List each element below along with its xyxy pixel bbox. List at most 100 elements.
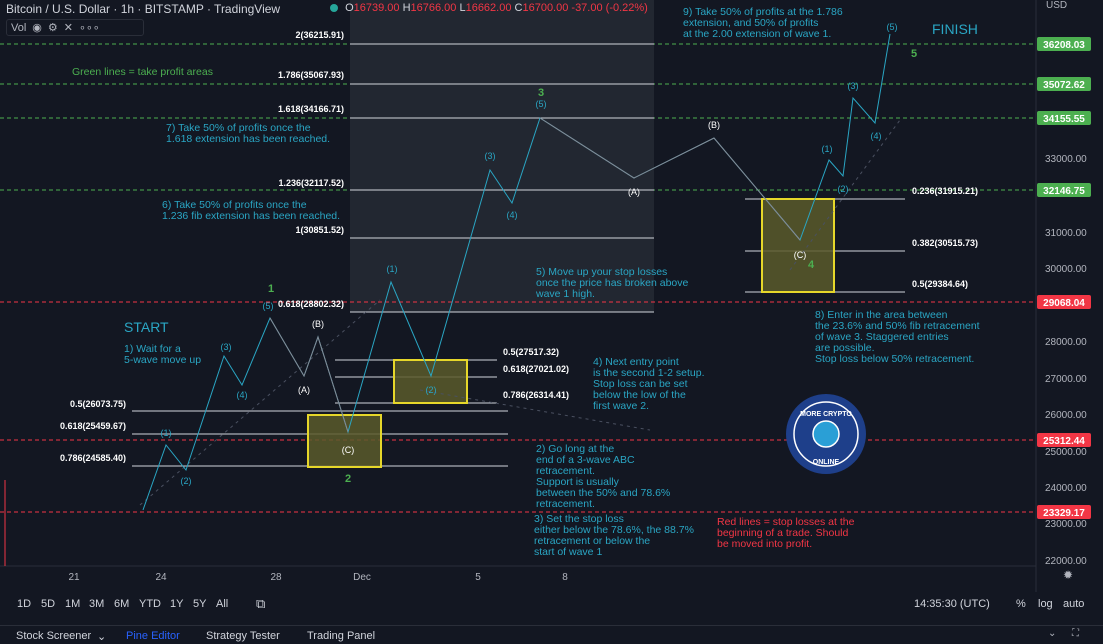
wave-label: (B) xyxy=(312,319,324,329)
price-label: 29068.04 xyxy=(1043,298,1085,309)
wave-label: (3) xyxy=(848,81,859,91)
wave-label: 2 xyxy=(345,473,351,485)
price-tick: 31000.00 xyxy=(1045,228,1087,239)
fib-level-label: 0.5(29384.64) xyxy=(912,279,968,289)
chart-option-auto[interactable]: auto xyxy=(1063,598,1084,610)
price-label: 34155.55 xyxy=(1043,114,1085,125)
time-tick: 28 xyxy=(270,572,282,583)
wave-label: (4) xyxy=(237,390,248,400)
price-label: 35072.62 xyxy=(1043,80,1085,91)
timeframe-1m[interactable]: 1M xyxy=(65,598,80,610)
wave-label: (1) xyxy=(822,144,833,154)
wave-label: (2) xyxy=(426,385,437,395)
timeframe-ytd[interactable]: YTD xyxy=(139,598,161,610)
ohlc-key: O xyxy=(345,2,354,14)
wave-label: (2) xyxy=(181,476,192,486)
price-tick: 26000.00 xyxy=(1045,410,1087,421)
red-lines-note: be moved into profit. xyxy=(717,538,812,550)
wave-label: (1) xyxy=(387,264,398,274)
note-1: 5-wave move up xyxy=(124,354,201,366)
ohlc-value: 16739.00 xyxy=(353,2,403,14)
note-2: retracement. xyxy=(536,498,595,510)
price-tick: 23000.00 xyxy=(1045,519,1087,530)
price-label: 25312.44 xyxy=(1043,436,1085,447)
timeframe-all[interactable]: All xyxy=(216,598,228,610)
ohlc-value: 16700.00 xyxy=(522,2,572,14)
volume-label: Vol xyxy=(11,21,27,34)
fib-level-label: 0.786(26314.41) xyxy=(503,390,569,400)
timeframe-5y[interactable]: 5Y xyxy=(193,598,206,610)
timeframe-5d[interactable]: 5D xyxy=(41,598,55,610)
wave-label: (1) xyxy=(161,428,172,438)
fib-level-label: 0.618(28802.32) xyxy=(278,299,344,309)
chevron-down-icon[interactable]: ⌄ xyxy=(97,630,106,643)
fib-level-label: 0.5(27517.32) xyxy=(503,347,559,357)
finish-label: FINISH xyxy=(932,21,978,37)
fib-level-label: 1.786(35067.93) xyxy=(278,70,344,80)
chart-option-log[interactable]: log xyxy=(1038,598,1053,610)
wave-label: (4) xyxy=(507,210,518,220)
price-tick: 25000.00 xyxy=(1045,447,1087,458)
chart-option-percent[interactable]: % xyxy=(1016,598,1026,610)
price-label: 23329.17 xyxy=(1043,508,1085,519)
price-tick: 30000.00 xyxy=(1045,264,1087,275)
entry-box-1 xyxy=(307,414,382,468)
collapse-icon[interactable]: ⌄ xyxy=(1048,628,1056,639)
gear-icon[interactable]: ⚙ xyxy=(48,21,58,34)
ohlc-value: 16766.00 xyxy=(410,2,460,14)
timeframe-6m[interactable]: 6M xyxy=(114,598,129,610)
volume-indicator-legend[interactable]: Vol ◉ ⚙ ✕ ∘∘∘ xyxy=(6,19,144,36)
market-status-icon xyxy=(330,4,338,13)
tab-trading-panel[interactable]: Trading Panel xyxy=(307,630,375,642)
currency-label[interactable]: USD xyxy=(1046,0,1067,11)
more-icon[interactable]: ∘∘∘ xyxy=(79,21,100,34)
close-icon[interactable]: ✕ xyxy=(64,21,73,34)
timeframe-1y[interactable]: 1Y xyxy=(170,598,183,610)
note-3: start of wave 1 xyxy=(534,546,602,558)
fib-level-label: 2(36215.91) xyxy=(295,30,344,40)
axis-settings-icon[interactable]: ✹ xyxy=(1063,568,1073,582)
timeframe-1d[interactable]: 1D xyxy=(17,598,31,610)
fib-level-label: 1(30851.52) xyxy=(295,225,344,235)
price-label: 32146.75 xyxy=(1043,186,1085,197)
tab-strategy-tester[interactable]: Strategy Tester xyxy=(206,630,280,642)
time-tick: 24 xyxy=(155,572,167,583)
chart-canvas[interactable]: 33000.00 31000.00 30000.00 28000.00 27000.00… xyxy=(0,0,1103,643)
fib-level-label: 0.5(26073.75) xyxy=(70,399,126,409)
price-tick: 22000.00 xyxy=(1045,556,1087,567)
price-tick: 33000.00 xyxy=(1045,154,1087,165)
timeframe-3m[interactable]: 3M xyxy=(89,598,104,610)
wave-label: (3) xyxy=(485,151,496,161)
green-lines-note: Green lines = take profit areas xyxy=(72,66,213,78)
wave-label: 3 xyxy=(538,87,544,99)
fib-level-label: 0.618(25459.67) xyxy=(60,421,126,431)
wave-label: (B) xyxy=(708,120,720,130)
note-9: at the 2.00 extension of wave 1. xyxy=(683,28,831,40)
wave-label: (C) xyxy=(342,445,355,455)
wave-label: (3) xyxy=(221,342,232,352)
wave-label: (A) xyxy=(628,187,640,197)
price-tick: 28000.00 xyxy=(1045,337,1087,348)
symbol-title[interactable]: Bitcoin / U.S. Dollar · 1h · BITSTAMP · … xyxy=(6,2,280,16)
wave-label: 1 xyxy=(268,283,274,295)
fib-level-label: 0.618(27021.02) xyxy=(503,364,569,374)
price-tick: 24000.00 xyxy=(1045,483,1087,494)
wave-label: (2) xyxy=(838,184,849,194)
svg-text:ONLINE: ONLINE xyxy=(813,459,840,466)
wave-label: (4) xyxy=(871,131,882,141)
clock[interactable]: 14:35:30 (UTC) xyxy=(914,598,990,610)
tab-stock-screener[interactable]: Stock Screener xyxy=(16,630,91,642)
note-4: first wave 2. xyxy=(593,400,649,412)
date-range-icon[interactable]: ⧉ xyxy=(256,596,265,612)
wave-label: (5) xyxy=(263,301,274,311)
entry-box-3 xyxy=(761,198,835,293)
eye-icon[interactable]: ◉ xyxy=(32,21,42,34)
note-8: Stop loss below 50% retracement. xyxy=(815,353,974,365)
maximize-icon[interactable]: ⛶ xyxy=(1072,628,1079,639)
fib-level-label: 0.236(31915.21) xyxy=(912,186,978,196)
wave-label: (5) xyxy=(536,99,547,109)
tab-pine-editor[interactable]: Pine Editor xyxy=(126,630,180,642)
ohlc-readout: O16739.00 H16766.00 L16662.00 C16700.00 … xyxy=(330,2,648,14)
time-tick: 5 xyxy=(475,572,481,583)
chart-header: Bitcoin / U.S. Dollar · 1h · BITSTAMP · … xyxy=(6,2,280,16)
